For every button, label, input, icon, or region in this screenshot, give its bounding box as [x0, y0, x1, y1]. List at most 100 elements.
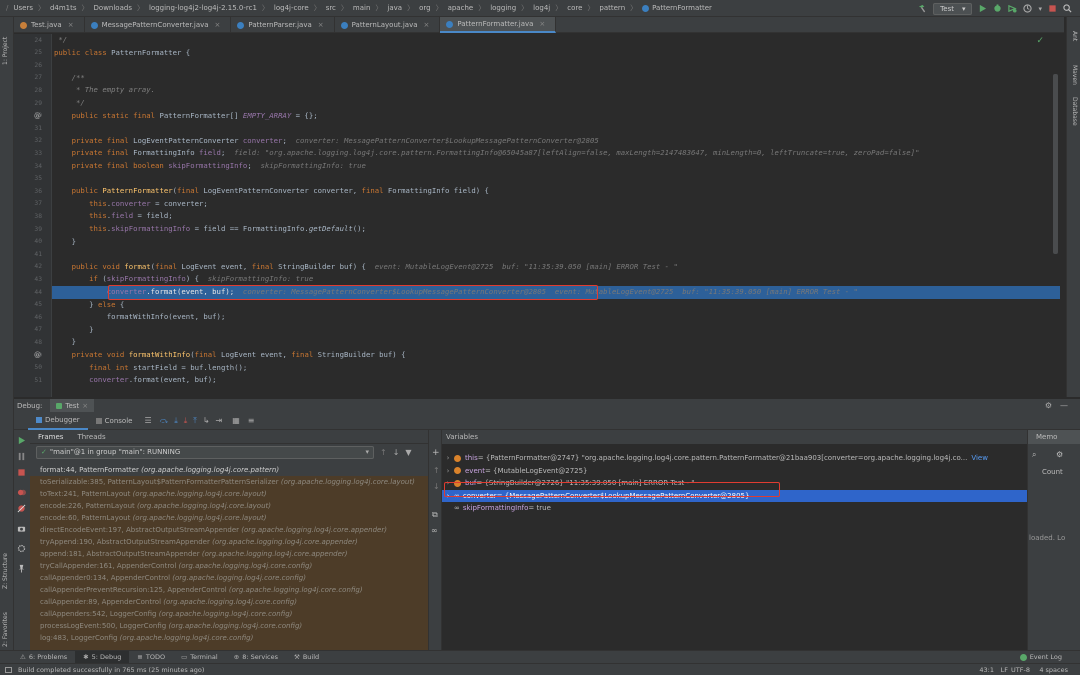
pin-icon[interactable] — [17, 564, 26, 573]
copy-icon[interactable]: ⧉ — [432, 510, 438, 520]
minimize-icon[interactable]: — — [1060, 401, 1068, 410]
step-over-icon[interactable]: ⤼ — [160, 416, 169, 426]
arrow-down-icon[interactable]: ↓ — [433, 482, 440, 491]
close-icon[interactable]: × — [82, 402, 88, 410]
stack-frame[interactable]: processLogEvent:500, LoggerConfig (org.a… — [30, 620, 428, 632]
search-icon[interactable]: ⌕ — [1032, 450, 1036, 460]
code-line[interactable]: } — [54, 324, 93, 337]
more-icon[interactable]: ≡ — [248, 416, 255, 425]
breadcrumb-item[interactable]: java 〉 — [387, 3, 419, 13]
coverage-icon[interactable] — [1008, 4, 1018, 13]
line-number[interactable]: 26 — [14, 62, 42, 69]
hammer-icon[interactable] — [918, 4, 927, 13]
close-icon[interactable]: × — [215, 21, 221, 29]
tab-threads[interactable]: Threads — [77, 433, 105, 441]
status-message[interactable]: Build completed successfully in 765 ms (… — [18, 666, 204, 674]
implementation-marker-icon[interactable]: @ — [34, 351, 41, 359]
stack-frame[interactable]: encode:60, PatternLayout (org.apache.log… — [30, 512, 428, 524]
breadcrumb-item[interactable]: Downloads 〉 — [94, 3, 149, 13]
line-number[interactable]: 27 — [14, 74, 42, 81]
mute-breakpoints-icon[interactable] — [17, 504, 26, 513]
profile-icon[interactable] — [1023, 4, 1033, 13]
debug-icon[interactable] — [993, 4, 1002, 13]
breadcrumb-item[interactable]: log4j-core 〉 — [274, 3, 326, 13]
code-editor[interactable]: 24 25 26 27 28 29 30 31 32 33 34 35 36 37 38 39 40 41 42 43… — [14, 34, 1060, 397]
line-number[interactable]: 50 — [14, 364, 42, 371]
line-number[interactable]: 25 — [14, 49, 42, 56]
editor-tab[interactable]: PatternParser.java × — [231, 17, 335, 33]
code-line[interactable]: converter.format(event, buf); — [54, 374, 216, 387]
search-icon[interactable] — [1063, 4, 1072, 13]
code-line[interactable]: } — [54, 236, 76, 249]
code-line[interactable]: private void formatWithInfo(final LogEve… — [54, 349, 406, 362]
stack-frame[interactable]: format:44, PatternFormatter (org.apache.… — [30, 464, 428, 476]
settings-icon[interactable]: ⚙ — [1045, 401, 1052, 410]
stop-icon[interactable] — [1048, 4, 1057, 13]
code-line[interactable]: /** — [54, 72, 85, 85]
line-number[interactable]: 28 — [14, 87, 42, 94]
code-line[interactable]: formatWithInfo(event, buf); — [54, 311, 226, 324]
code-line[interactable]: private final LogEventPatternConverter c… — [54, 135, 599, 148]
stack-frame[interactable]: callAppenderPreventRecursion:125, Append… — [30, 584, 428, 596]
stack-frame[interactable]: toSerializable:385, PatternLayout$Patter… — [30, 476, 428, 488]
breadcrumb-item[interactable]: apache 〉 — [448, 3, 491, 13]
breadcrumb-item[interactable]: main 〉 — [353, 3, 388, 13]
run-to-cursor-icon[interactable]: ⇥ — [216, 416, 223, 425]
code-line[interactable]: public class PatternFormatter { — [54, 47, 190, 60]
implementation-marker-icon[interactable]: @ — [34, 112, 41, 120]
drop-frame-icon[interactable]: ↳ — [203, 416, 210, 425]
run-config-select[interactable]: Test ▾ — [933, 2, 973, 15]
settings-icon[interactable]: ⚙ — [1056, 450, 1063, 459]
tool-tab[interactable]: ▭ Terminal — [173, 651, 226, 664]
show-execution-point-icon[interactable]: ☰ — [144, 416, 151, 425]
stack-frame[interactable]: tryCallAppender:161, AppenderControl (or… — [30, 560, 428, 572]
file-encoding[interactable]: UTF-8 — [1011, 666, 1030, 674]
editor-tab[interactable]: PatternFormatter.java × — [440, 17, 557, 33]
settings-icon[interactable] — [17, 544, 26, 553]
editor-scrollbar[interactable] — [1053, 74, 1058, 254]
step-into-icon[interactable]: ⤓ — [174, 416, 178, 426]
line-number[interactable]: 38 — [14, 213, 42, 220]
line-number[interactable]: 36 — [14, 188, 42, 195]
tab-debugger[interactable]: Debugger — [28, 412, 88, 430]
stack-frame[interactable]: directEncodeEvent:197, AbstractOutputStr… — [30, 524, 428, 536]
breadcrumb-item[interactable]: src 〉 — [326, 3, 353, 13]
project-tool-tab[interactable]: 1: Project — [2, 37, 9, 65]
database-tool-tab[interactable]: Database — [1071, 97, 1078, 126]
breadcrumb-item[interactable]: pattern 〉 — [599, 3, 642, 13]
close-icon[interactable]: × — [424, 21, 430, 29]
view-link[interactable]: View — [971, 452, 988, 464]
variable-row[interactable]: › this = {PatternFormatter@2747} "org.apa… — [442, 452, 1027, 464]
tab-memory[interactable]: Memo — [1028, 430, 1080, 444]
line-number[interactable]: 51 — [14, 377, 42, 384]
stack-frame[interactable]: tryAppend:190, AbstractOutputStreamAppen… — [30, 536, 428, 548]
event-log-tab[interactable]: Event Log — [1019, 653, 1062, 661]
breadcrumb-item[interactable]: logging-log4j2-log4j-2.15.0-rc1 〉 — [149, 3, 274, 13]
stop-icon[interactable] — [17, 468, 26, 477]
code-line[interactable]: private final FormattingInfo field; fiel… — [54, 147, 920, 160]
tool-tab[interactable]: ⊕ 8: Services — [226, 651, 286, 664]
line-number[interactable]: 24 — [14, 37, 42, 44]
stack-frame[interactable]: append:181, AbstractOutputStreamAppender… — [30, 548, 428, 560]
stack-frame[interactable]: callAppender0:134, AppenderControl (org.… — [30, 572, 428, 584]
line-number[interactable]: 41 — [14, 251, 42, 258]
code-line[interactable]: * The empty array. — [54, 84, 155, 97]
indent-setting[interactable]: 4 spaces — [1039, 666, 1068, 674]
ant-tool-tab[interactable]: Ant — [1071, 31, 1078, 41]
editor-tab[interactable]: Test.java × — [14, 17, 85, 33]
line-number[interactable]: 40 — [14, 238, 42, 245]
line-number[interactable]: 44 — [14, 289, 42, 296]
camera-icon[interactable] — [17, 524, 26, 533]
line-number[interactable]: 48 — [14, 339, 42, 346]
view-breakpoints-icon[interactable] — [17, 488, 26, 497]
code-line[interactable]: this.converter = converter; — [54, 198, 208, 211]
expand-arrow-icon[interactable]: › — [442, 465, 454, 477]
stack-frame[interactable]: callAppenders:542, LoggerConfig (org.apa… — [30, 608, 428, 620]
run-icon[interactable] — [978, 4, 987, 13]
maven-tool-tab[interactable]: Maven — [1071, 65, 1078, 85]
frames-list[interactable]: format:44, PatternFormatter (org.apache.… — [30, 464, 428, 650]
force-step-into-icon[interactable]: ⤓ — [184, 416, 188, 426]
tab-frames[interactable]: Frames — [38, 433, 63, 441]
code-line[interactable]: */ — [54, 34, 67, 47]
line-number[interactable]: 45 — [14, 301, 42, 308]
